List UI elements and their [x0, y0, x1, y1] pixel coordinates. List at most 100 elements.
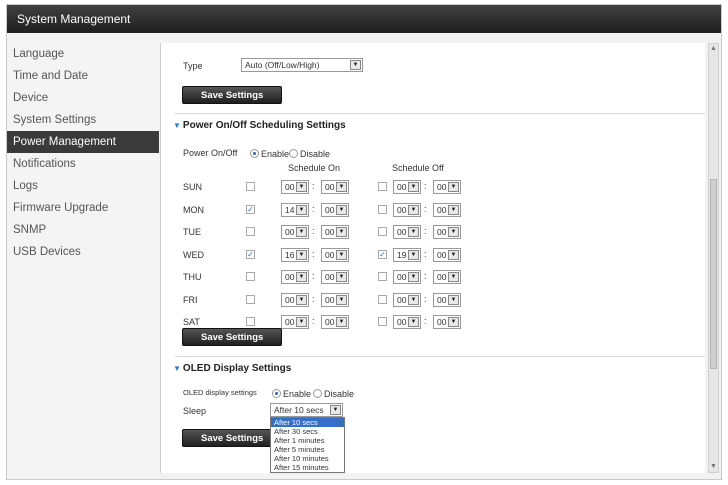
on-hour-select[interactable]: 00 ▼: [281, 270, 309, 284]
time-separator: :: [312, 271, 315, 281]
schedule-on-checkbox[interactable]: [246, 317, 255, 326]
on-minute-select[interactable]: 00 ▼: [321, 180, 349, 194]
chevron-down-icon: ▼: [296, 227, 307, 237]
on-hour-select[interactable]: 16 ▼: [281, 247, 309, 262]
scrollbar-thumb[interactable]: [710, 179, 717, 369]
sleep-option[interactable]: After 10 secs: [271, 418, 344, 427]
off-minute-select-value: 00: [437, 317, 447, 327]
time-separator: :: [312, 316, 315, 326]
on-hour-select[interactable]: 00 ▼: [281, 315, 309, 329]
chevron-down-icon: ▼: [296, 272, 307, 282]
schedule-on-checkbox[interactable]: ✓: [246, 249, 255, 259]
time-separator: :: [424, 316, 427, 326]
schedule-off-checkbox[interactable]: [378, 317, 387, 326]
schedule-on-checkbox[interactable]: [246, 182, 255, 191]
off-minute-select[interactable]: 00 ▼: [433, 202, 461, 217]
scrollbar[interactable]: ▲ ▼: [708, 43, 719, 473]
on-minute-select[interactable]: 00 ▼: [321, 247, 349, 262]
on-hour-select[interactable]: 14 ▼: [281, 202, 309, 217]
fan-save-button[interactable]: Save Settings: [182, 86, 283, 104]
off-hour-select[interactable]: 00 ▼: [393, 270, 421, 284]
on-minute-select-value: 00: [325, 249, 335, 260]
on-minute-select[interactable]: 00 ▼: [321, 270, 349, 284]
on-hour-select-value: 16: [285, 249, 295, 260]
sleep-option[interactable]: After 5 minutes: [271, 445, 344, 454]
schedule-on-checkbox[interactable]: ✓: [246, 204, 255, 214]
schedule-on-checkbox[interactable]: [246, 294, 255, 304]
on-hour-select-value: 00: [285, 294, 295, 305]
on-minute-select[interactable]: 00 ▼: [321, 315, 349, 329]
chevron-down-icon: ▼: [448, 227, 459, 237]
sleep-option[interactable]: After 30 secs: [271, 427, 344, 436]
schedule-off-checkbox[interactable]: [378, 204, 387, 214]
scroll-down-icon[interactable]: ▼: [710, 463, 717, 471]
off-hour-select-value: 00: [397, 204, 407, 215]
off-hour-select-value: 00: [397, 227, 407, 237]
off-minute-select[interactable]: 00 ▼: [433, 180, 461, 194]
sidebar-item-logs[interactable]: Logs: [7, 175, 159, 197]
chevron-down-icon: ▼: [408, 227, 419, 237]
scroll-up-icon[interactable]: ▲: [710, 45, 717, 53]
sidebar-item-device[interactable]: Device: [7, 87, 159, 109]
off-hour-select[interactable]: 00 ▼: [393, 180, 421, 194]
on-minute-select[interactable]: 00 ▼: [321, 292, 349, 307]
sidebar-item-firmware-upgrade[interactable]: Firmware Upgrade: [7, 197, 159, 219]
on-minute-select-value: 00: [325, 272, 335, 282]
schedule-off-checkbox[interactable]: [378, 182, 387, 191]
time-separator: :: [312, 203, 315, 214]
schedule-on-checkbox[interactable]: [246, 227, 255, 236]
sidebar-item-time-and-date[interactable]: Time and Date: [7, 65, 159, 87]
sidebar-item-power-management[interactable]: Power Management: [7, 131, 159, 153]
schedule-section-title: ▼ Power On/Off Scheduling Settings: [173, 120, 346, 131]
schedule-off-checkbox[interactable]: ✓: [378, 249, 387, 259]
off-hour-select[interactable]: 19 ▼: [393, 247, 421, 262]
schedule-on-checkbox[interactable]: [246, 272, 255, 281]
schedule-save-button[interactable]: Save Settings: [182, 328, 283, 346]
window-title: System Management: [7, 5, 721, 33]
chevron-down-icon: ▼: [408, 204, 419, 215]
on-minute-select-value: 00: [325, 227, 335, 237]
sidebar-item-snmp[interactable]: SNMP: [7, 219, 159, 241]
expand-triangle-icon: ▼: [173, 364, 181, 373]
off-minute-select[interactable]: 00 ▼: [433, 225, 461, 239]
off-minute-select[interactable]: 00 ▼: [433, 247, 461, 262]
schedule-off-checkbox[interactable]: [378, 272, 387, 281]
off-hour-select[interactable]: 00 ▼: [393, 202, 421, 217]
schedule-off-checkbox[interactable]: [378, 227, 387, 236]
chevron-down-icon: ▼: [336, 294, 347, 305]
oled-enable-radio[interactable]: [272, 389, 281, 398]
off-hour-select[interactable]: 00 ▼: [393, 315, 421, 329]
sleep-option[interactable]: After 10 minutes: [271, 454, 344, 463]
fan-type-select[interactable]: Auto (Off/Low/High) ▼: [241, 58, 363, 72]
on-minute-select[interactable]: 00 ▼: [321, 202, 349, 217]
on-minute-select-value: 00: [325, 204, 335, 215]
on-minute-select-value: 00: [325, 182, 335, 192]
power-disable-radio[interactable]: [289, 149, 298, 158]
sleep-select[interactable]: After 10 secs ▼: [270, 403, 343, 417]
fan-type-value: Auto (Off/Low/High): [245, 60, 320, 70]
on-hour-select[interactable]: 00 ▼: [281, 225, 309, 239]
off-minute-select[interactable]: 00 ▼: [433, 270, 461, 284]
chevron-down-icon: ▼: [408, 182, 419, 192]
day-label: THU: [183, 272, 202, 282]
on-minute-select[interactable]: 00 ▼: [321, 225, 349, 239]
off-hour-select[interactable]: 00 ▼: [393, 292, 421, 307]
oled-disable-radio[interactable]: [313, 389, 322, 398]
sidebar-item-system-settings[interactable]: System Settings: [7, 109, 159, 131]
sidebar-item-notifications[interactable]: Notifications: [7, 153, 159, 175]
off-minute-select[interactable]: 00 ▼: [433, 315, 461, 329]
oled-save-button[interactable]: Save Settings: [182, 429, 283, 447]
on-hour-select[interactable]: 00 ▼: [281, 292, 309, 307]
chevron-down-icon: ▼: [296, 294, 307, 305]
sleep-option[interactable]: After 1 minutes: [271, 436, 344, 445]
sleep-option[interactable]: After 15 minutes: [271, 463, 344, 472]
power-enable-radio[interactable]: [250, 149, 259, 158]
off-hour-select[interactable]: 00 ▼: [393, 225, 421, 239]
sidebar-item-usb-devices[interactable]: USB Devices: [7, 241, 159, 263]
on-hour-select[interactable]: 00 ▼: [281, 180, 309, 194]
schedule-off-checkbox[interactable]: [378, 294, 387, 304]
sleep-value: After 10 secs: [274, 405, 324, 415]
on-minute-select-value: 00: [325, 294, 335, 305]
sidebar-item-language[interactable]: Language: [7, 43, 159, 65]
off-minute-select[interactable]: 00 ▼: [433, 292, 461, 307]
